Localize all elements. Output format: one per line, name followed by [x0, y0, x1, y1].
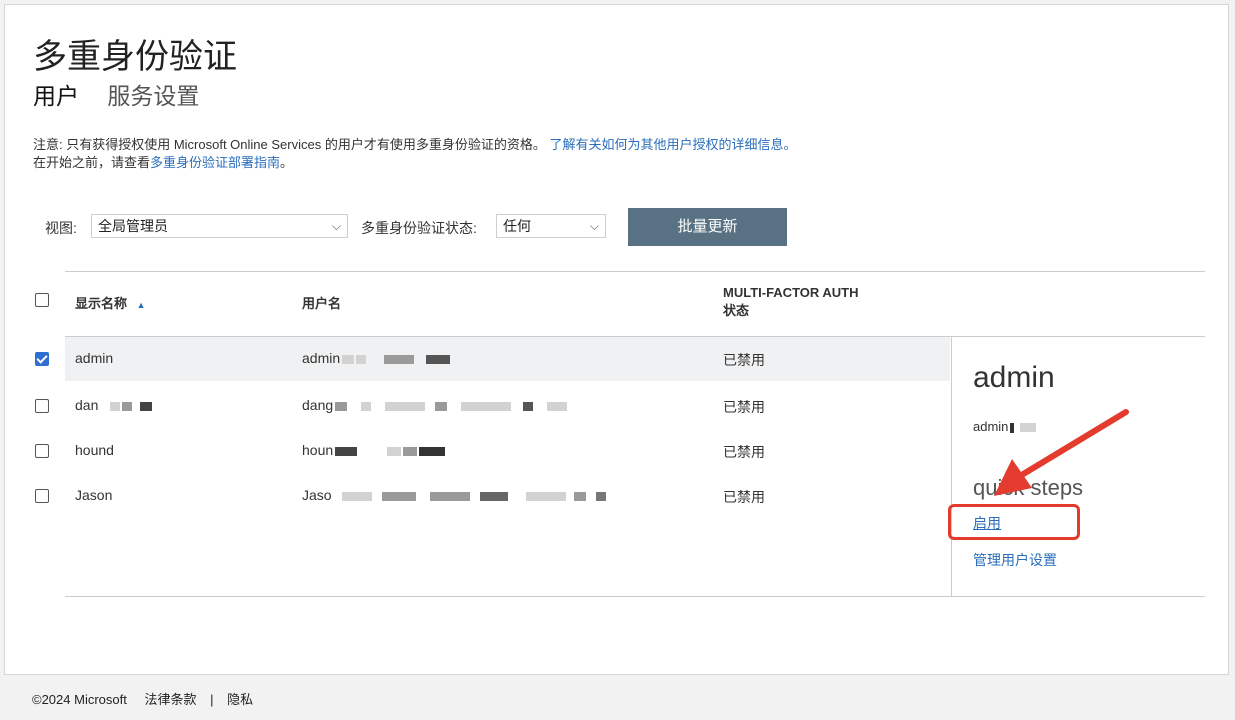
redacted-block — [525, 491, 566, 501]
username-text: Jaso — [302, 487, 332, 503]
notice-text-2: 在开始之前，请查看 — [33, 155, 151, 170]
row-checkbox-admin[interactable] — [35, 352, 49, 366]
bulk-update-button[interactable]: 批量更新 — [628, 208, 787, 246]
display-name-cell[interactable]: hound — [75, 442, 114, 458]
chevron-down-icon: ⌵ — [331, 219, 341, 233]
column-display-name-label: 显示名称 — [75, 296, 128, 311]
redacted-block — [573, 491, 586, 501]
redacted-block — [341, 491, 372, 501]
selected-user-name: admin — [973, 361, 1055, 394]
notice-text: 注意: 只有获得授权使用 Microsoft Online Services 的… — [33, 137, 546, 152]
display-name-cell[interactable]: admin — [75, 350, 113, 366]
redacted-block — [110, 401, 121, 411]
mfa-status-cell: 已禁用 — [723, 352, 765, 368]
redacted-block — [429, 491, 470, 501]
notice: 注意: 只有获得授权使用 Microsoft Online Services 的… — [33, 136, 796, 172]
view-select-value: 全局管理员 — [98, 218, 168, 234]
display-name-cell[interactable]: Jason — [75, 487, 112, 503]
redacted-block — [523, 401, 534, 411]
chevron-down-icon: ⌵ — [589, 219, 599, 233]
table-row[interactable] — [65, 337, 950, 381]
sort-ascending-icon: ▲ — [136, 300, 146, 310]
table-top-divider — [65, 271, 1205, 272]
tab-service-settings[interactable]: 服务设置 — [107, 83, 199, 109]
page-title: 多重身份验证 — [33, 38, 237, 76]
username-cell: Jaso — [302, 487, 606, 503]
copyright-text: ©2024 Microsoft — [32, 692, 127, 707]
username-text: admin — [302, 350, 341, 366]
legal-terms-link[interactable]: 法律条款 — [144, 692, 196, 707]
redacted-block — [403, 446, 418, 456]
column-mfa-status[interactable]: MULTI-FACTOR AUTH 状态 — [723, 284, 859, 320]
redacted-block — [342, 354, 355, 364]
display-name-cell[interactable]: dan — [75, 397, 153, 413]
view-label: 视图: — [45, 220, 77, 236]
redacted-block — [461, 401, 512, 411]
quick-steps-heading: quick steps — [973, 475, 1084, 500]
redacted-block — [335, 401, 348, 411]
redacted-block — [419, 446, 446, 456]
username-text: dang — [302, 397, 334, 413]
side-panel-divider — [951, 337, 952, 597]
display-name-text: dan — [75, 397, 99, 413]
license-info-link[interactable]: 了解有关如何为其他用户授权的详细信息。 — [549, 137, 796, 152]
redacted-block — [140, 401, 153, 411]
deployment-guide-link[interactable]: 多重身份验证部署指南 — [150, 155, 280, 170]
mfa-status-cell: 已禁用 — [723, 489, 765, 505]
redacted-block — [426, 354, 451, 364]
redacted-block — [385, 401, 426, 411]
mfa-page: 多重身份验证 用户 服务设置 注意: 只有获得授权使用 Microsoft On… — [4, 4, 1229, 675]
redacted-block — [361, 401, 372, 411]
row-checkbox[interactable] — [35, 489, 49, 503]
mfa-status-cell: 已禁用 — [723, 399, 765, 415]
mfa-status-cell: 已禁用 — [723, 444, 765, 460]
table-bottom-divider — [65, 596, 1205, 597]
notice-period: 。 — [280, 155, 294, 170]
selected-user-username: admin — [973, 419, 1037, 434]
row-checkbox[interactable] — [35, 444, 49, 458]
username-text: houn — [302, 442, 334, 458]
redacted-block — [1010, 422, 1015, 433]
redacted-block — [595, 491, 606, 501]
mfa-status-label: 多重身份验证状态: — [361, 220, 477, 236]
redacted-block — [387, 446, 402, 456]
redacted-block — [381, 491, 416, 501]
column-username[interactable]: 用户名 — [302, 293, 341, 312]
view-select[interactable]: 全局管理员 ⌵ — [91, 214, 348, 238]
footer: ©2024 Microsoft 法律条款 | 隐私 — [32, 689, 253, 708]
column-mfa-status-line2: 状态 — [723, 303, 750, 318]
selected-user-username-text: admin — [973, 419, 1009, 434]
redacted-block — [384, 354, 415, 364]
username-cell: admin — [302, 350, 451, 366]
redacted-block — [1020, 423, 1037, 433]
column-mfa-status-line1: MULTI-FACTOR AUTH — [723, 285, 859, 300]
tab-users[interactable]: 用户 — [33, 83, 79, 109]
manage-user-settings-link[interactable]: 管理用户设置 — [973, 550, 1057, 570]
username-cell: houn — [302, 442, 446, 458]
privacy-link[interactable]: 隐私 — [227, 692, 253, 707]
column-display-name[interactable]: 显示名称 ▲ — [75, 293, 146, 312]
mfa-status-select[interactable]: 任何 ⌵ — [496, 214, 606, 238]
redacted-block — [356, 354, 367, 364]
redacted-block — [122, 401, 133, 411]
redacted-block — [479, 491, 508, 501]
footer-separator: | — [210, 692, 214, 707]
row-checkbox[interactable] — [35, 399, 49, 413]
select-all-checkbox[interactable] — [35, 293, 49, 307]
redacted-block — [547, 401, 568, 411]
mfa-status-select-value: 任何 — [503, 218, 531, 234]
annotation-highlight-box — [948, 504, 1080, 540]
username-cell: dang — [302, 397, 568, 413]
redacted-block — [435, 401, 448, 411]
redacted-block — [335, 446, 358, 456]
sub-navigation: 用户 服务设置 — [33, 77, 221, 111]
